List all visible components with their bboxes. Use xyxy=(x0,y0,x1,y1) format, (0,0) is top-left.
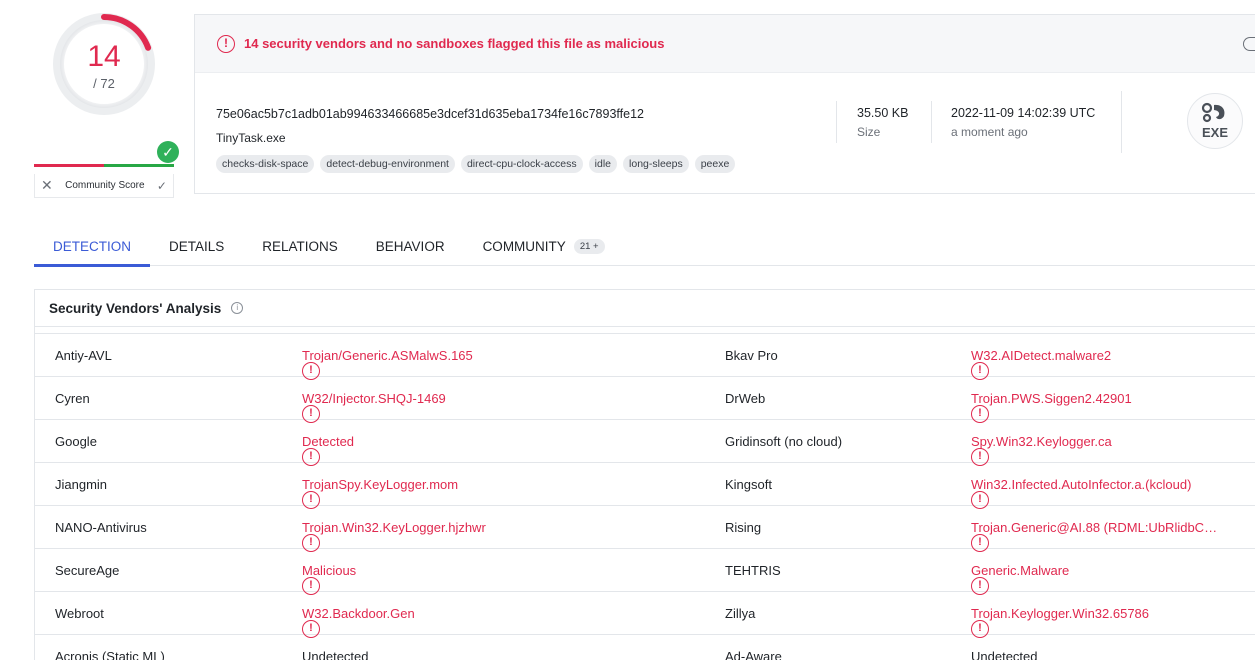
vendor-result: ! Trojan.Generic@AI.88 (RDML:UbRlidbC… xyxy=(971,520,1217,552)
divider xyxy=(836,101,837,143)
file-type-label: EXE xyxy=(1201,125,1228,140)
vendor-result: ! Trojan.PWS.Siggen2.42901 xyxy=(971,391,1132,423)
tag[interactable]: idle xyxy=(588,155,618,173)
vendor-results-table: Antiy-AVL ! Trojan/Generic.ASMalwS.165 Bkav… xyxy=(35,334,1255,660)
vendor-result: ! Detected xyxy=(302,434,354,466)
vendor-name: DrWeb xyxy=(725,391,766,406)
gears-icon xyxy=(1201,102,1225,123)
community-score-bar xyxy=(34,164,174,167)
tag[interactable]: peexe xyxy=(694,155,736,173)
vendor-name: NANO-Antivirus xyxy=(55,520,147,535)
malicious-alert: ! 14 security vendors and no sandboxes f… xyxy=(195,15,1255,73)
analysis-date: 2022-11-09 14:02:39 UTC xyxy=(951,106,1096,120)
vendor-name: Cyren xyxy=(55,391,90,406)
tag[interactable]: checks-disk-space xyxy=(216,155,315,173)
analysis-date-relative: a moment ago xyxy=(951,125,1028,139)
vendor-result: ! W32.Backdoor.Gen xyxy=(302,606,415,638)
vendor-name: Zillya xyxy=(725,606,756,621)
vendor-result: ! Trojan.Win32.KeyLogger.hjzhwr xyxy=(302,520,486,552)
vendor-name: Jiangmin xyxy=(55,477,108,492)
divider xyxy=(1121,91,1122,153)
table-row: Jiangmin ! TrojanSpy.KeyLogger.mom Kingsoft… xyxy=(35,463,1255,509)
vendor-name: Acronis (Static ML) xyxy=(55,649,165,660)
file-type-badge: EXE xyxy=(1187,93,1243,149)
table-row: NANO-Antivirus ! Trojan.Win32.KeyLogger.hj… xyxy=(35,506,1255,552)
vendor-name: Webroot xyxy=(55,606,104,621)
vendor-name: Gridinsoft (no cloud) xyxy=(725,434,843,449)
vendor-name: Rising xyxy=(725,520,762,535)
vendor-name: TEHTRIS xyxy=(725,563,781,578)
file-summary-card: ! 14 security vendors and no sandboxes f… xyxy=(194,14,1255,194)
vendor-name: Bkav Pro xyxy=(725,348,778,363)
community-count-badge: 21 + xyxy=(573,238,605,254)
vendor-result: ! Trojan/Generic.ASMalwS.165 xyxy=(302,348,473,380)
vendor-name: Ad-Aware xyxy=(725,649,782,660)
reanalyze-icon[interactable] xyxy=(1243,37,1255,51)
tab-detection[interactable]: DETECTION xyxy=(34,226,151,267)
alert-icon: ! xyxy=(217,34,235,53)
community-score: ✕ Community Score ✓ xyxy=(34,174,174,198)
report-tabs: DETECTION DETAILS RELATIONS BEHAVIOR COM… xyxy=(34,226,1255,267)
alert-text: 14 security vendors and no sandboxes fla… xyxy=(244,36,665,51)
total-engines: / 72 xyxy=(93,76,115,91)
table-row: Cyren ! W32/Injector.SHQJ-1469 DrWeb ! Trojan… xyxy=(35,377,1255,423)
table-row: Google ! Detected Gridinsoft (no cloud) ! Spy… xyxy=(35,420,1255,466)
vendor-result: ! Trojan.Keylogger.Win32.65786 xyxy=(971,606,1149,638)
divider xyxy=(931,101,932,143)
tab-relations[interactable]: RELATIONS xyxy=(243,226,357,266)
file-size-label: Size xyxy=(857,125,881,139)
file-size: 35.50 KB xyxy=(857,106,909,120)
community-check-icon: ✓ xyxy=(157,141,179,163)
tab-community[interactable]: COMMUNITY 21 + xyxy=(464,226,624,266)
tab-details[interactable]: DETAILS xyxy=(150,226,243,266)
section-title: Security Vendors' Analysis xyxy=(49,300,222,316)
table-row: Acronis (Static ML) ✓Undetected Ad-Aware ✓U… xyxy=(35,635,1255,660)
vendor-result: ! W32.AIDetect.malware2 xyxy=(971,348,1111,380)
vendor-result: ! TrojanSpy.KeyLogger.mom xyxy=(302,477,458,509)
file-hash[interactable]: 75e06ac5b7c1adb01ab994633466685e3dcef31d… xyxy=(216,107,644,121)
check-icon[interactable]: ✓ xyxy=(157,179,167,193)
file-name: TinyTask.exe xyxy=(216,131,286,145)
vendor-name: Antiy-AVL xyxy=(55,348,112,363)
security-vendors-analysis: Security Vendors' Analysis i Antiy-AVL ! T… xyxy=(34,289,1255,660)
table-row: SecureAge ! Malicious TEHTRIS ! Generic.Malwa… xyxy=(35,549,1255,595)
info-icon[interactable]: i xyxy=(231,302,244,314)
vendor-result: ! Win32.Infected.AutoInfector.a.(kcloud) xyxy=(971,477,1191,509)
vendor-name: SecureAge xyxy=(55,563,120,578)
vendor-result: ✓Undetected xyxy=(971,649,1038,660)
table-row: Antiy-AVL ! Trojan/Generic.ASMalwS.165 Bkav… xyxy=(35,334,1255,380)
vendor-result: ! Spy.Win32.Keylogger.ca xyxy=(971,434,1112,466)
tab-behavior[interactable]: BEHAVIOR xyxy=(357,226,464,266)
vendor-name: Kingsoft xyxy=(725,477,772,492)
section-header: Security Vendors' Analysis i xyxy=(35,290,1255,327)
tag[interactable]: direct-cpu-clock-access xyxy=(460,155,583,173)
tag[interactable]: detect-debug-environment xyxy=(320,155,455,173)
vendor-result: ✓Undetected xyxy=(302,649,369,660)
detected-count: 14 xyxy=(87,40,121,73)
vendor-name: Google xyxy=(55,434,97,449)
table-row: Webroot ! W32.Backdoor.Gen Zillya ! Trojan.Ke… xyxy=(35,592,1255,638)
vendor-result: ! Generic.Malware xyxy=(971,563,1069,595)
community-score-label: Community Score xyxy=(65,180,145,191)
vendor-result: ! Malicious xyxy=(302,563,356,595)
x-icon[interactable]: ✕ xyxy=(41,177,53,194)
file-tags: checks-disk-space detect-debug-environme… xyxy=(216,155,736,173)
tag[interactable]: long-sleeps xyxy=(623,155,689,173)
vendor-result: ! W32/Injector.SHQJ-1469 xyxy=(302,391,446,423)
detection-score-gauge: 14 / 72 xyxy=(52,12,156,116)
